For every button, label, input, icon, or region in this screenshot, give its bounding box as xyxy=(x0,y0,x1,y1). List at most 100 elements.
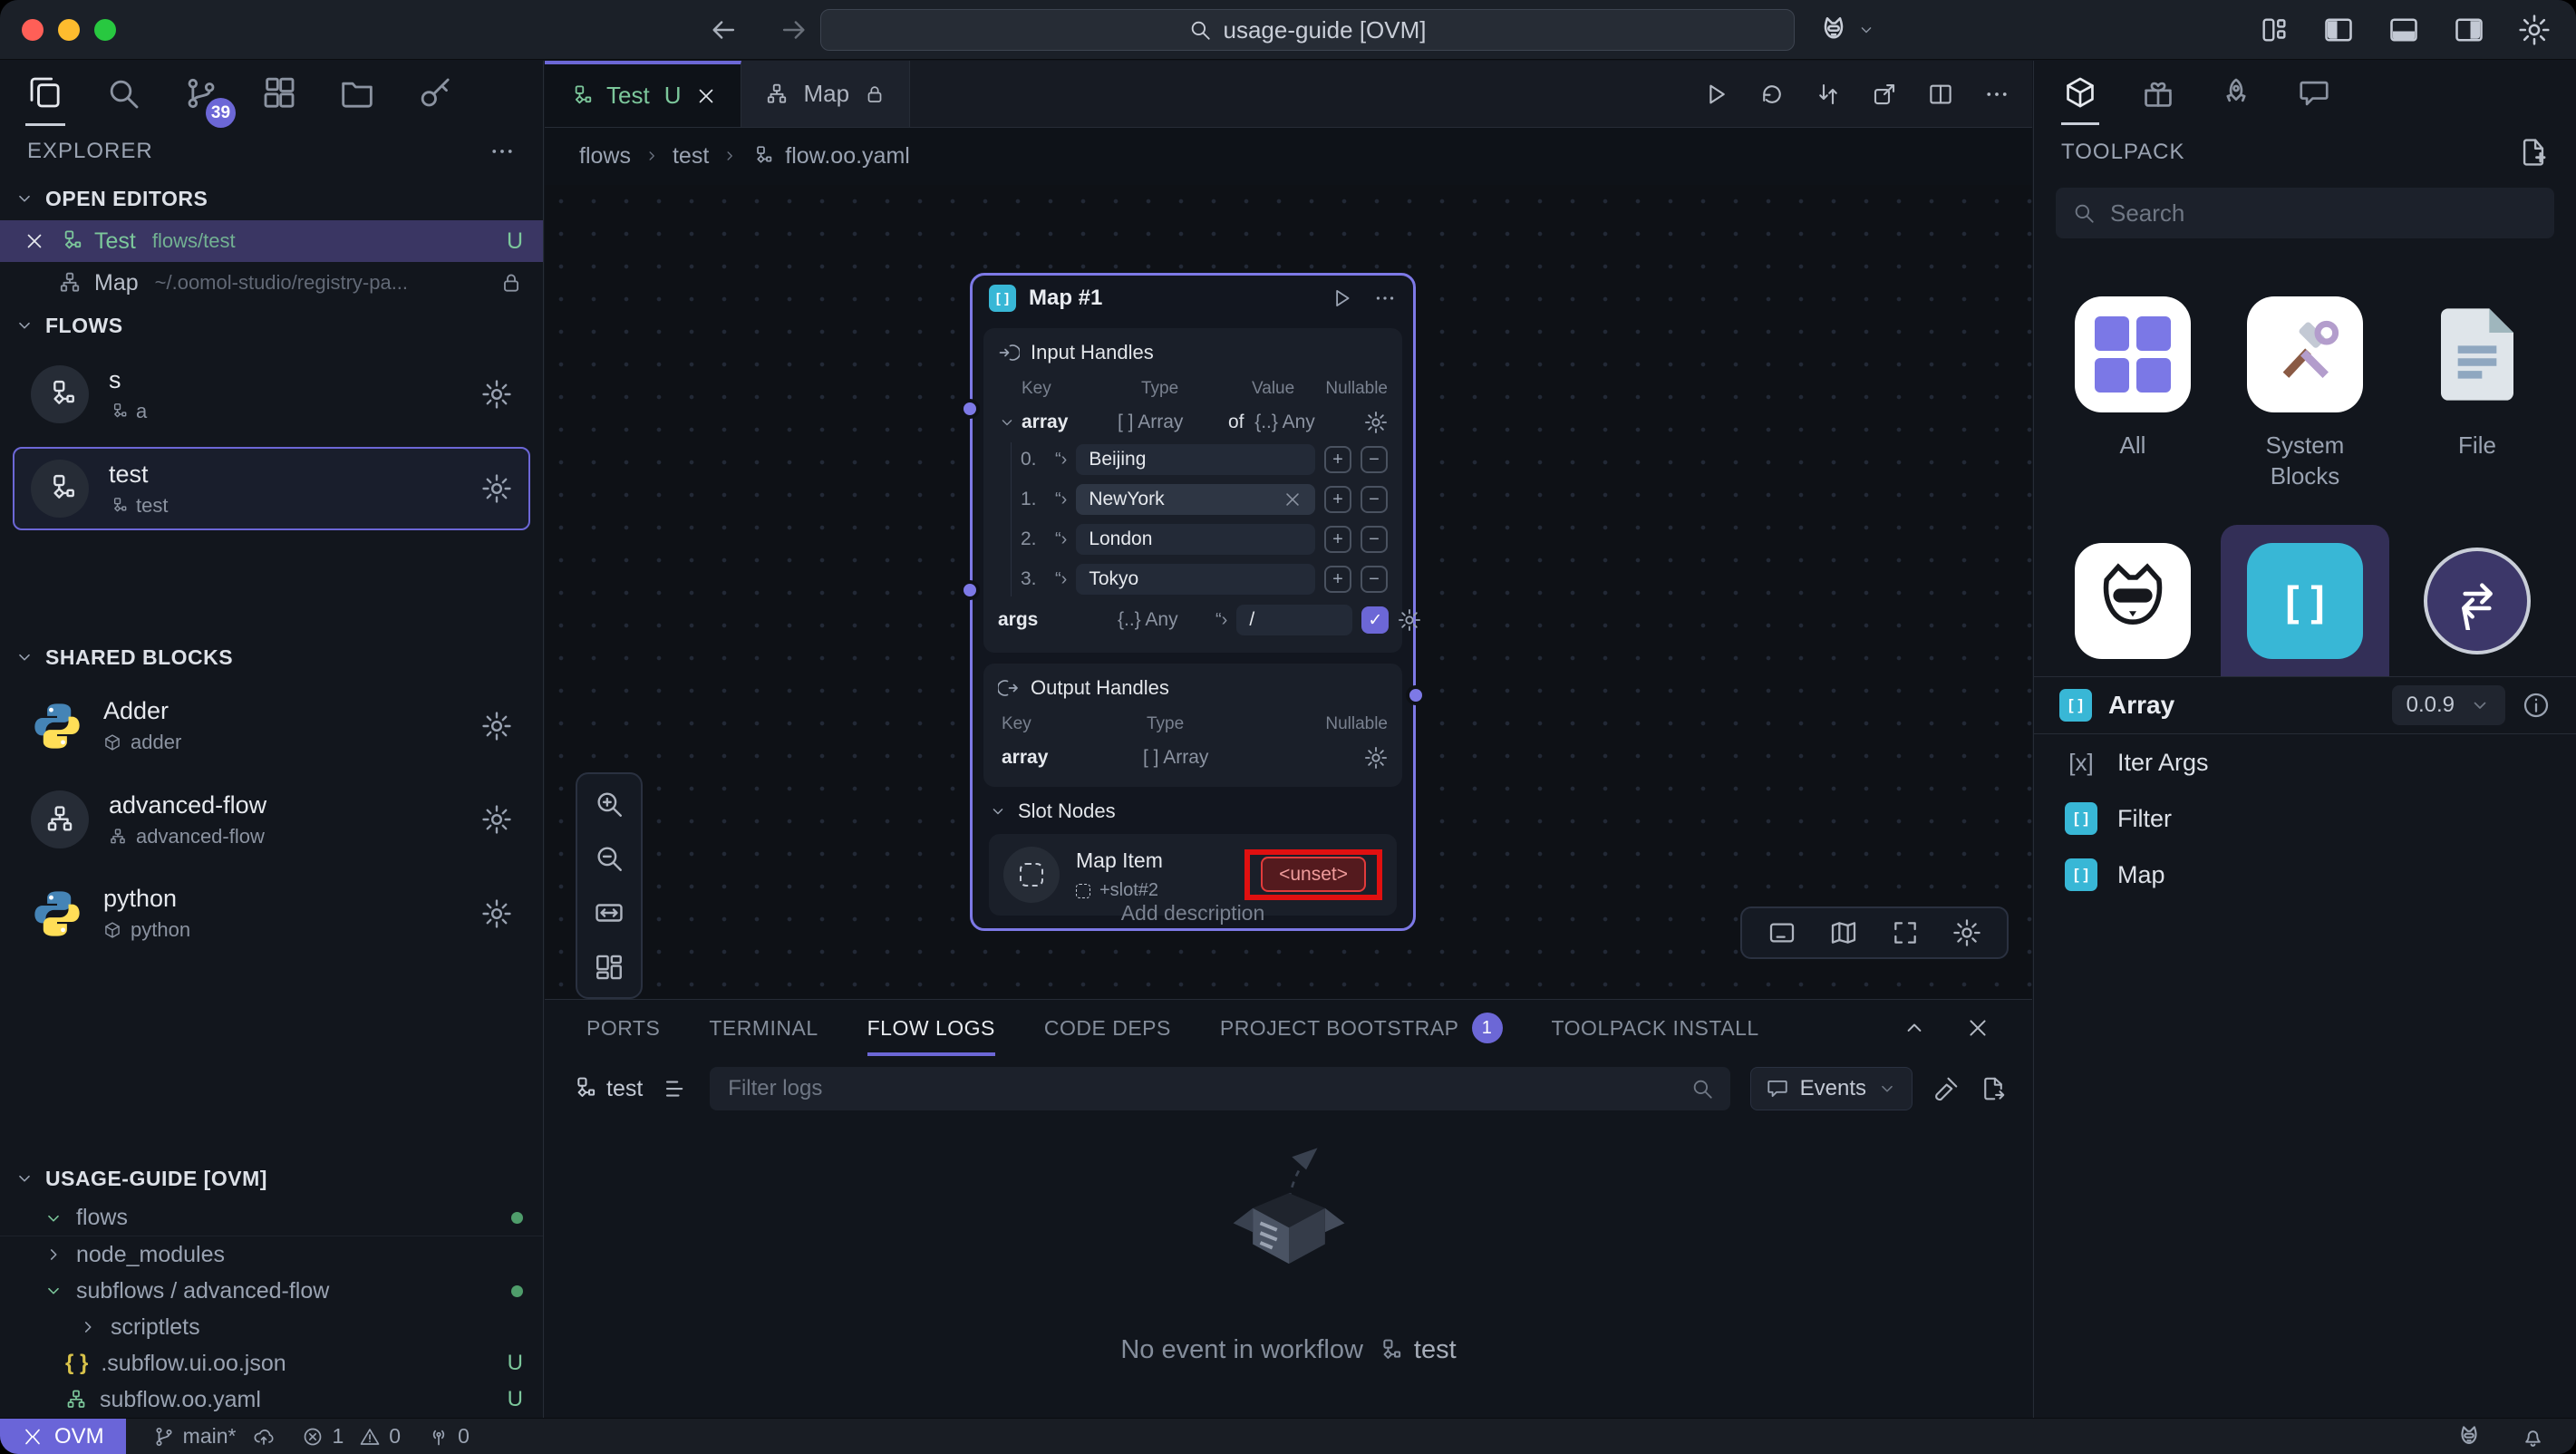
new-toolpack-button[interactable] xyxy=(2518,137,2549,168)
notifications-bell-icon[interactable] xyxy=(2521,1424,2545,1449)
flow-item-test[interactable]: test test xyxy=(13,447,530,530)
tree-item-subflow-yaml[interactable]: subflow.oo.yaml U xyxy=(0,1381,543,1418)
search-view-icon[interactable] xyxy=(103,63,143,124)
remove-item-button[interactable]: − xyxy=(1361,446,1388,473)
node-more-button[interactable] xyxy=(1373,286,1397,310)
string-type-icon[interactable]: “› xyxy=(1055,529,1067,550)
output-row-array[interactable]: array [ ] Array xyxy=(998,742,1388,774)
explorer-view-icon[interactable] xyxy=(25,62,65,126)
category-file[interactable]: File xyxy=(2393,296,2561,492)
tree-item-subflow-ui-json[interactable]: { } .subflow.ui.oo.json U xyxy=(0,1345,543,1381)
open-editor-test[interactable]: Test flows/test U xyxy=(0,220,543,262)
toolpack-search-field[interactable] xyxy=(2056,188,2554,238)
minimize-window-button[interactable] xyxy=(58,19,80,41)
array-item-row[interactable]: 1. “› NewYork + − xyxy=(1021,482,1388,517)
handle-settings-gear[interactable] xyxy=(1364,746,1388,770)
toggle-sidebar-button[interactable] xyxy=(2322,14,2355,46)
tree-item-subflows-advanced-flow[interactable]: subflows / advanced-flow xyxy=(0,1273,543,1309)
shared-blocks-header[interactable]: SHARED BLOCKS xyxy=(0,635,543,679)
remove-item-button[interactable]: − xyxy=(1361,486,1388,513)
clear-logs-button[interactable] xyxy=(1932,1075,1960,1102)
toolpack-view-icon[interactable] xyxy=(2061,63,2099,125)
deploy-view-icon[interactable] xyxy=(2217,63,2255,123)
map-node[interactable]: [ ] Map #1 Input Handles Key xyxy=(970,273,1416,931)
category-system-blocks[interactable]: System Blocks xyxy=(2221,296,2389,492)
tree-item-scriptlets[interactable]: scriptlets xyxy=(0,1309,543,1345)
canvas-settings-button[interactable] xyxy=(1952,918,1981,947)
shared-block-python[interactable]: python python xyxy=(13,872,530,955)
minimap-button[interactable] xyxy=(1829,918,1858,947)
add-item-button[interactable]: + xyxy=(1324,486,1351,513)
array-item-input[interactable]: NewYork xyxy=(1076,484,1315,515)
events-dropdown[interactable]: Events xyxy=(1750,1067,1913,1110)
slot-nodes-header[interactable]: Slot Nodes xyxy=(989,800,1397,823)
shared-block-advanced-flow[interactable]: advanced-flow advanced-flow xyxy=(13,778,530,861)
block-settings-gear[interactable] xyxy=(481,711,512,742)
zoom-in-button[interactable] xyxy=(594,789,625,819)
category-all[interactable]: All xyxy=(2048,296,2217,492)
close-tab-icon[interactable] xyxy=(695,85,717,107)
category-array[interactable]: [ ] Array xyxy=(2221,525,2389,676)
open-editor-map[interactable]: Map ~/.oomol-studio/registry-pa... xyxy=(0,262,543,304)
category-transform[interactable]: Transform xyxy=(2393,543,2561,676)
filter-logs-field[interactable] xyxy=(710,1067,1729,1110)
log-flow-selector[interactable]: test xyxy=(570,1076,643,1102)
tab-flow-logs[interactable]: FLOW LOGS xyxy=(867,1000,995,1056)
tab-toolpack-install[interactable]: TOOLPACK INSTALL xyxy=(1552,1000,1759,1056)
run-node-button[interactable] xyxy=(1330,286,1353,310)
extensions-view-icon[interactable] xyxy=(259,63,299,124)
fullscreen-button[interactable] xyxy=(1891,918,1920,947)
secrets-view-icon[interactable] xyxy=(415,63,455,124)
array-item-input[interactable]: Beijing xyxy=(1076,444,1315,475)
string-type-icon[interactable]: “› xyxy=(1055,490,1067,510)
open-editors-header[interactable]: OPEN EDITORS xyxy=(0,177,543,220)
input-row-array[interactable]: array [ ] Array of {..} Any xyxy=(998,406,1388,439)
tab-map[interactable]: Map xyxy=(741,61,910,127)
rerun-button[interactable] xyxy=(1758,81,1786,108)
export-logs-button[interactable] xyxy=(1980,1075,2007,1102)
close-panel-button[interactable] xyxy=(1965,1015,1990,1041)
flow-item-s[interactable]: s a xyxy=(13,353,530,436)
slot-unset-button[interactable]: <unset> xyxy=(1261,857,1366,892)
array-item-row[interactable]: 0. “› Beijing + − xyxy=(1021,442,1388,477)
command-center-search[interactable]: usage-guide [OVM] xyxy=(820,9,1795,51)
remote-indicator[interactable]: OVM xyxy=(0,1419,126,1454)
output-port-array[interactable] xyxy=(1406,685,1426,705)
tab-code-deps[interactable]: CODE DEPS xyxy=(1044,1000,1171,1056)
flow-settings-gear[interactable] xyxy=(481,379,512,410)
problems-status[interactable]: 1 0 xyxy=(302,1424,401,1449)
log-level-list-button[interactable] xyxy=(663,1075,690,1102)
add-item-button[interactable]: + xyxy=(1324,566,1351,593)
ports-status[interactable]: 0 xyxy=(428,1424,470,1449)
toggle-panel-button[interactable] xyxy=(2387,14,2420,46)
mascot-status-icon[interactable] xyxy=(2455,1423,2483,1450)
filter-logs-input[interactable] xyxy=(726,1075,1679,1102)
back-button[interactable] xyxy=(709,15,740,45)
chevron-down-icon[interactable] xyxy=(998,413,1016,431)
settings-gear-button[interactable] xyxy=(2518,14,2551,46)
add-item-button[interactable]: + xyxy=(1324,526,1351,553)
shared-block-adder[interactable]: Adder adder xyxy=(13,684,530,767)
block-settings-gear[interactable] xyxy=(481,804,512,835)
export-button[interactable] xyxy=(1871,81,1898,108)
handle-settings-gear[interactable] xyxy=(1398,608,1421,632)
close-icon[interactable] xyxy=(24,230,45,252)
toolpack-search-input[interactable] xyxy=(2108,199,2538,228)
customize-layout-button[interactable] xyxy=(2259,15,2290,45)
remove-item-button[interactable]: − xyxy=(1361,526,1388,553)
add-item-button[interactable]: + xyxy=(1324,446,1351,473)
maximize-panel-button[interactable] xyxy=(1902,1015,1927,1041)
clear-value-icon[interactable] xyxy=(1283,490,1303,509)
flow-settings-gear[interactable] xyxy=(481,473,512,504)
category-llm[interactable]: LLM xyxy=(2048,543,2217,676)
tab-terminal[interactable]: TERMINAL xyxy=(709,1000,818,1056)
array-item-input[interactable]: London xyxy=(1076,524,1315,555)
array-item-row[interactable]: 2. “› London + − xyxy=(1021,522,1388,557)
folder-view-icon[interactable] xyxy=(337,63,377,124)
string-type-icon[interactable]: “› xyxy=(1215,610,1227,631)
fit-width-button[interactable] xyxy=(594,897,625,928)
sync-diff-button[interactable] xyxy=(1815,81,1842,108)
auto-layout-button[interactable] xyxy=(594,952,625,983)
maximize-window-button[interactable] xyxy=(94,19,116,41)
tree-item-node-modules[interactable]: node_modules xyxy=(0,1236,543,1273)
